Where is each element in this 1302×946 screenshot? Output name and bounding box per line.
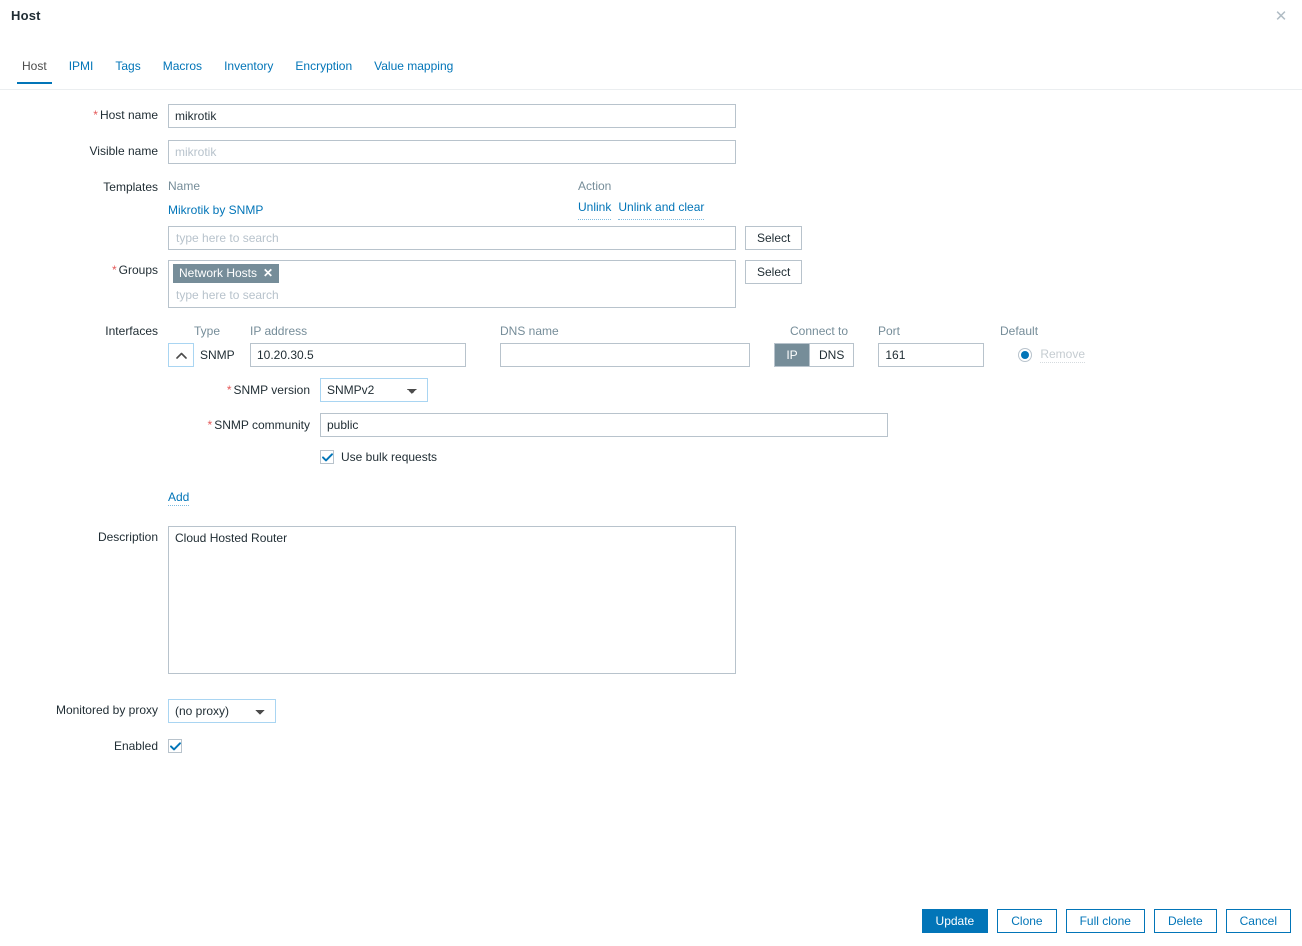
templates-col-name: Name bbox=[168, 179, 201, 193]
tab-ipmi[interactable]: IPMI bbox=[58, 58, 105, 84]
groups-search-input[interactable]: type here to search bbox=[173, 285, 731, 305]
interfaces-col-ip: IP address bbox=[250, 324, 308, 338]
template-link-mikrotik-by-snmp[interactable]: Mikrotik by SNMP bbox=[168, 203, 263, 218]
groups-select-button[interactable]: Select bbox=[745, 260, 803, 284]
templates-select-button[interactable]: Select bbox=[745, 226, 803, 250]
required-marker: * bbox=[93, 108, 98, 122]
tab-inventory[interactable]: Inventory bbox=[213, 58, 284, 84]
dialog-title: Host bbox=[11, 8, 41, 23]
snmp-version-select[interactable]: SNMPv2 bbox=[320, 378, 428, 402]
templates-search-input[interactable]: type here to search bbox=[168, 226, 736, 250]
tab-host[interactable]: Host bbox=[11, 58, 58, 84]
interfaces-label: Interfaces bbox=[105, 324, 158, 338]
tab-encryption[interactable]: Encryption bbox=[284, 58, 363, 84]
enabled-checkbox[interactable] bbox=[168, 739, 182, 753]
group-chip-network-hosts[interactable]: Network Hosts ✕ bbox=[173, 264, 280, 283]
interface-connect-to-toggle[interactable]: IP DNS bbox=[774, 343, 855, 367]
host-form: *Host name Visible name Templates Name A… bbox=[0, 104, 1302, 769]
interface-type-label: SNMP bbox=[200, 348, 235, 362]
interface-add-link[interactable]: Add bbox=[168, 490, 190, 506]
templates-col-action: Action bbox=[578, 179, 612, 193]
enabled-label: Enabled bbox=[113, 739, 158, 753]
required-marker: * bbox=[207, 418, 213, 432]
group-chip-label: Network Hosts bbox=[179, 266, 258, 280]
interface-ip-input[interactable] bbox=[250, 343, 466, 367]
templates-search-row: type here to search Select bbox=[168, 226, 1302, 250]
interfaces-col-port: Port bbox=[878, 324, 901, 338]
clone-button[interactable]: Clone bbox=[997, 909, 1057, 933]
required-marker: * bbox=[111, 263, 117, 277]
templates-label: Templates bbox=[103, 180, 158, 194]
field-use-bulk-requests: Use bulk requests bbox=[168, 450, 1302, 464]
close-icon[interactable]: ✕ bbox=[1270, 6, 1292, 28]
interfaces-col-dns: DNS name bbox=[500, 324, 559, 338]
delete-button[interactable]: Delete bbox=[1153, 909, 1217, 933]
cancel-button[interactable]: Cancel bbox=[1225, 909, 1291, 933]
remove-chip-icon[interactable]: ✕ bbox=[263, 265, 273, 281]
full-clone-button[interactable]: Full clone bbox=[1065, 909, 1145, 933]
description-textarea[interactable]: Cloud Hosted Router bbox=[168, 526, 736, 674]
chevron-up-icon[interactable] bbox=[168, 343, 194, 367]
interfaces-col-type: Type bbox=[194, 324, 221, 338]
field-groups: * Groups Network Hosts ✕ type here to sea… bbox=[0, 260, 1302, 308]
tab-macros[interactable]: Macros bbox=[152, 58, 213, 84]
interfaces-add-row: Add bbox=[168, 490, 1302, 506]
connect-to-ip-option[interactable]: IP bbox=[775, 344, 809, 366]
snmp-community-input[interactable] bbox=[320, 413, 888, 437]
field-interfaces: Interfaces Type IP address DNS name Conn… bbox=[0, 322, 1302, 506]
snmp-community-label: * SNMP community bbox=[207, 418, 310, 432]
host-name-input[interactable] bbox=[168, 104, 736, 128]
connect-to-dns-option[interactable]: DNS bbox=[809, 344, 854, 366]
monitored-by-proxy-label: Monitored by proxy bbox=[55, 703, 158, 717]
templates-column-headers: Name Action bbox=[168, 176, 1302, 196]
groups-label: * Groups bbox=[111, 263, 158, 277]
groups-multiselect[interactable]: Network Hosts ✕ type here to search bbox=[168, 260, 736, 308]
template-unlink-and-clear-link[interactable]: Unlink and clear bbox=[618, 200, 705, 220]
monitored-by-proxy-select[interactable]: (no proxy) bbox=[168, 699, 276, 723]
dialog-footer: Update Clone Full clone Delete Cancel bbox=[921, 909, 1291, 933]
update-button[interactable]: Update bbox=[921, 909, 989, 933]
template-row: Mikrotik by SNMP Unlink Unlink and clear bbox=[168, 200, 1302, 220]
tab-bar: Host IPMI Tags Macros Inventory Encrypti… bbox=[0, 58, 1302, 90]
field-templates: Templates Name Action Mikrotik by SNMP U… bbox=[0, 176, 1302, 250]
field-description: Description Cloud Hosted Router bbox=[0, 526, 1302, 677]
host-name-label: * Host name bbox=[93, 108, 158, 122]
field-snmp-community: * SNMP community bbox=[168, 413, 1302, 437]
field-enabled: Enabled bbox=[0, 735, 1302, 757]
visible-name-label: Visible name bbox=[89, 144, 158, 158]
interface-row: SNMP IP DNS Remove bbox=[168, 343, 1302, 367]
host-dialog: Host ✕ Host IPMI Tags Macros Inventory E… bbox=[0, 0, 1302, 946]
field-snmp-version: * SNMP version SNMPv2 bbox=[168, 378, 1302, 402]
interface-remove-link: Remove bbox=[1040, 347, 1086, 363]
interface-dns-input[interactable] bbox=[500, 343, 750, 367]
interfaces-column-headers: Type IP address DNS name Connect to Port… bbox=[168, 322, 1302, 340]
field-monitored-by-proxy: Monitored by proxy (no proxy) bbox=[0, 699, 1302, 723]
use-bulk-requests-checkbox[interactable] bbox=[320, 450, 334, 464]
interface-port-input[interactable] bbox=[878, 343, 985, 367]
field-host-name: * Host name bbox=[0, 104, 1302, 128]
tab-value-mapping[interactable]: Value mapping bbox=[363, 58, 464, 84]
visible-name-input[interactable] bbox=[168, 140, 736, 164]
description-label: Description bbox=[97, 530, 158, 544]
use-bulk-requests-label: Use bulk requests bbox=[341, 450, 438, 464]
required-marker: * bbox=[226, 383, 232, 397]
interface-default-radio[interactable] bbox=[1018, 348, 1033, 362]
interfaces-col-default: Default bbox=[1000, 324, 1039, 338]
field-visible-name: Visible name bbox=[0, 140, 1302, 164]
interfaces-col-connect-to: Connect to bbox=[790, 324, 849, 338]
template-unlink-link[interactable]: Unlink bbox=[578, 200, 612, 220]
snmp-version-label: * SNMP version bbox=[226, 383, 310, 397]
tab-tags[interactable]: Tags bbox=[104, 58, 151, 84]
